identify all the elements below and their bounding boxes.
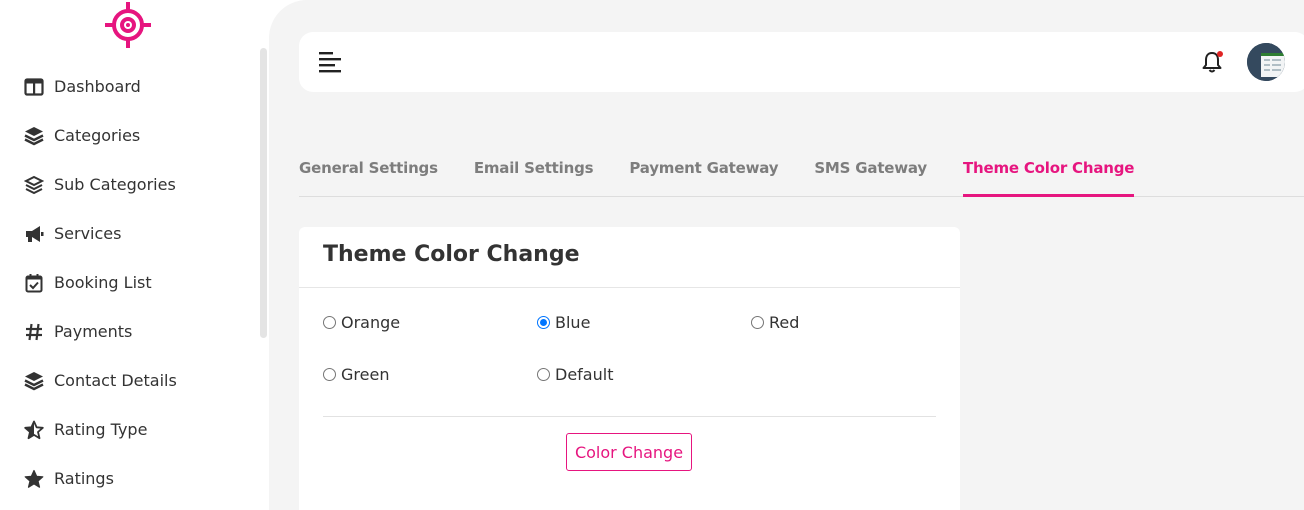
sidebar-item-payments[interactable]: Payments — [0, 307, 258, 356]
sidebar-item-label: Categories — [54, 126, 141, 145]
sidebar-item-label: Contact Details — [54, 371, 177, 390]
option-default[interactable]: Default — [537, 365, 613, 384]
calendar-check-icon — [22, 271, 46, 295]
star-icon — [22, 467, 46, 491]
card-header: Theme Color Change — [299, 227, 960, 288]
option-green[interactable]: Green — [323, 365, 389, 384]
sidebar-item-label: Dashboard — [54, 77, 141, 96]
card-title: Theme Color Change — [323, 242, 580, 267]
sidebar-item-dashboard[interactable]: Dashboard — [0, 62, 258, 111]
radio-default[interactable] — [537, 368, 550, 381]
sidebar-item-booking-list[interactable]: Booking List — [0, 258, 258, 307]
tab-sms-gateway[interactable]: SMS Gateway — [814, 150, 927, 197]
sidebar-item-rating-type[interactable]: Rating Type — [0, 405, 258, 454]
sidebar-item-label: Rating Type — [54, 420, 148, 439]
layers-outline-icon — [22, 173, 46, 197]
option-blue[interactable]: Blue — [537, 313, 590, 332]
hash-icon — [22, 320, 46, 344]
top-bar — [299, 32, 1304, 92]
main-content: General Settings Email Settings Payment … — [269, 0, 1304, 510]
tab-payment-gateway[interactable]: Payment Gateway — [629, 150, 778, 197]
star-half-icon — [22, 418, 46, 442]
settings-tabs: General Settings Email Settings Payment … — [299, 150, 1304, 197]
option-label: Orange — [341, 313, 401, 332]
sidebar-item-contact-details[interactable]: Contact Details — [0, 356, 258, 405]
sidebar-item-ratings[interactable]: Ratings — [0, 454, 258, 503]
sidebar: Dashboard Categories Sub Categories Serv… — [0, 0, 268, 510]
theme-color-card: Theme Color Change Orange Blue Red Green… — [299, 227, 960, 510]
avatar[interactable] — [1247, 43, 1285, 81]
sidebar-item-services[interactable]: Services — [0, 209, 258, 258]
sidebar-item-label: Services — [54, 224, 122, 243]
radio-red[interactable] — [751, 316, 764, 329]
option-label: Red — [769, 313, 800, 332]
megaphone-icon — [22, 222, 46, 246]
notification-dot — [1217, 51, 1223, 57]
sidebar-item-label: Ratings — [54, 469, 114, 488]
sidebar-item-label: Payments — [54, 322, 133, 341]
sidebar-scrollbar[interactable] — [260, 48, 267, 338]
option-orange[interactable]: Orange — [323, 313, 400, 332]
sidebar-item-label: Booking List — [54, 273, 152, 292]
layers-icon — [22, 369, 46, 393]
color-change-button[interactable]: Color Change — [566, 433, 692, 471]
radio-blue[interactable] — [537, 316, 550, 329]
tab-general-settings[interactable]: General Settings — [299, 150, 438, 197]
notification-button[interactable] — [1199, 49, 1225, 75]
layout-columns-icon — [22, 75, 46, 99]
option-label: Green — [341, 365, 390, 384]
option-label: Default — [555, 365, 614, 384]
tab-theme-color-change[interactable]: Theme Color Change — [962, 150, 1134, 197]
menu-icon[interactable] — [317, 50, 343, 74]
option-label: Blue — [555, 313, 591, 332]
tab-email-settings[interactable]: Email Settings — [474, 150, 594, 197]
radio-orange[interactable] — [323, 316, 336, 329]
sidebar-item-label: Sub Categories — [54, 175, 176, 194]
option-red[interactable]: Red — [751, 313, 799, 332]
sidebar-item-categories[interactable]: Categories — [0, 111, 258, 160]
sidebar-nav: Dashboard Categories Sub Categories Serv… — [0, 62, 258, 503]
radio-green[interactable] — [323, 368, 336, 381]
crosshair-target-icon[interactable] — [105, 2, 151, 48]
sidebar-item-sub-categories[interactable]: Sub Categories — [0, 160, 258, 209]
layers-icon — [22, 124, 46, 148]
divider — [323, 416, 936, 417]
